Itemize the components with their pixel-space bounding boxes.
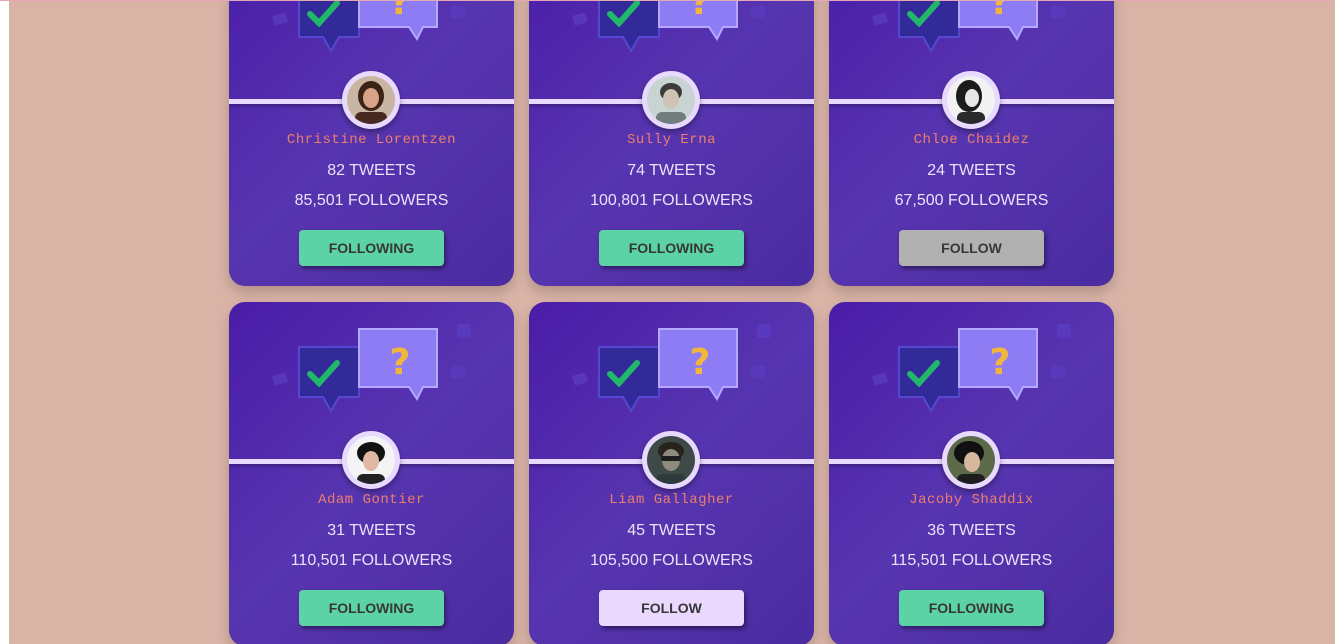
user-avatar-icon (647, 76, 695, 124)
user-card: ? Liam Gallagher 45 TWEETS 105,500 FOLLO… (529, 302, 814, 644)
tweet-count: 24 TWEETS (927, 162, 1016, 179)
user-name: Adam Gontier (318, 492, 425, 508)
follower-count: 67,500 FOLLOWERS (894, 192, 1049, 209)
follow-toggle-button[interactable]: FOLLOWING (299, 230, 444, 266)
user-name: Liam Gallagher (609, 492, 734, 508)
tweet-count: 45 TWEETS (627, 522, 716, 539)
follower-count: 115,501 FOLLOWERS (890, 552, 1053, 569)
user-card: ? Adam Gontier 31 TWEETS 110,501 FOLLOWE… (229, 302, 514, 644)
avatar-ring (942, 71, 1000, 129)
tweet-count: 82 TWEETS (327, 162, 416, 179)
svg-text:?: ? (690, 1, 711, 23)
svg-text:?: ? (690, 342, 711, 383)
svg-text:?: ? (990, 1, 1011, 23)
svg-text:?: ? (390, 342, 411, 383)
follow-toggle-button[interactable]: FOLLOW (599, 590, 744, 626)
avatar-ring (342, 71, 400, 129)
follow-toggle-button[interactable]: FOLLOWING (899, 590, 1044, 626)
top-border (0, 0, 1335, 1)
follow-toggle-button[interactable]: FOLLOWING (299, 590, 444, 626)
user-avatar-icon (947, 76, 995, 124)
svg-text:?: ? (390, 1, 411, 23)
follower-count: 105,500 FOLLOWERS (590, 552, 753, 569)
follower-count: 85,501 FOLLOWERS (294, 192, 449, 209)
user-name: Jacoby Shaddix (909, 492, 1034, 508)
tweet-count: 74 TWEETS (627, 162, 716, 179)
avatar-ring (642, 71, 700, 129)
avatar-ring (942, 431, 1000, 489)
tweet-count: 31 TWEETS (327, 522, 416, 539)
user-name: Chloe Chaidez (913, 132, 1030, 148)
avatar-ring (642, 431, 700, 489)
user-card: ? Jacoby Shaddix 36 TWEETS 115,501 FOLLO… (829, 302, 1114, 644)
user-name: Sully Erna (626, 132, 716, 148)
tweet-count: 36 TWEETS (927, 522, 1016, 539)
user-avatar-icon (947, 436, 995, 484)
user-avatar-icon (347, 436, 395, 484)
follower-count: 100,801 FOLLOWERS (590, 192, 753, 209)
user-avatar-icon (347, 76, 395, 124)
user-card: ? Christine Lorentzen 82 TWEETS 85,501 F… (229, 1, 514, 286)
avatar-ring (342, 431, 400, 489)
follow-toggle-button[interactable]: FOLLOWING (599, 230, 744, 266)
follow-toggle-button[interactable]: FOLLOW (899, 230, 1044, 266)
page-background: ? Christine Lorentzen 82 TWEETS 85,501 F… (9, 1, 1335, 644)
user-card: ? Sully Erna 74 TWEETS 100,801 FOLLOWERS… (529, 1, 814, 286)
svg-text:?: ? (990, 342, 1011, 383)
user-card: ? Chloe Chaidez 24 TWEETS 67,500 FOLLOWE… (829, 1, 1114, 286)
user-avatar-icon (647, 436, 695, 484)
follower-count: 110,501 FOLLOWERS (290, 552, 453, 569)
user-name: Christine Lorentzen (286, 132, 457, 148)
